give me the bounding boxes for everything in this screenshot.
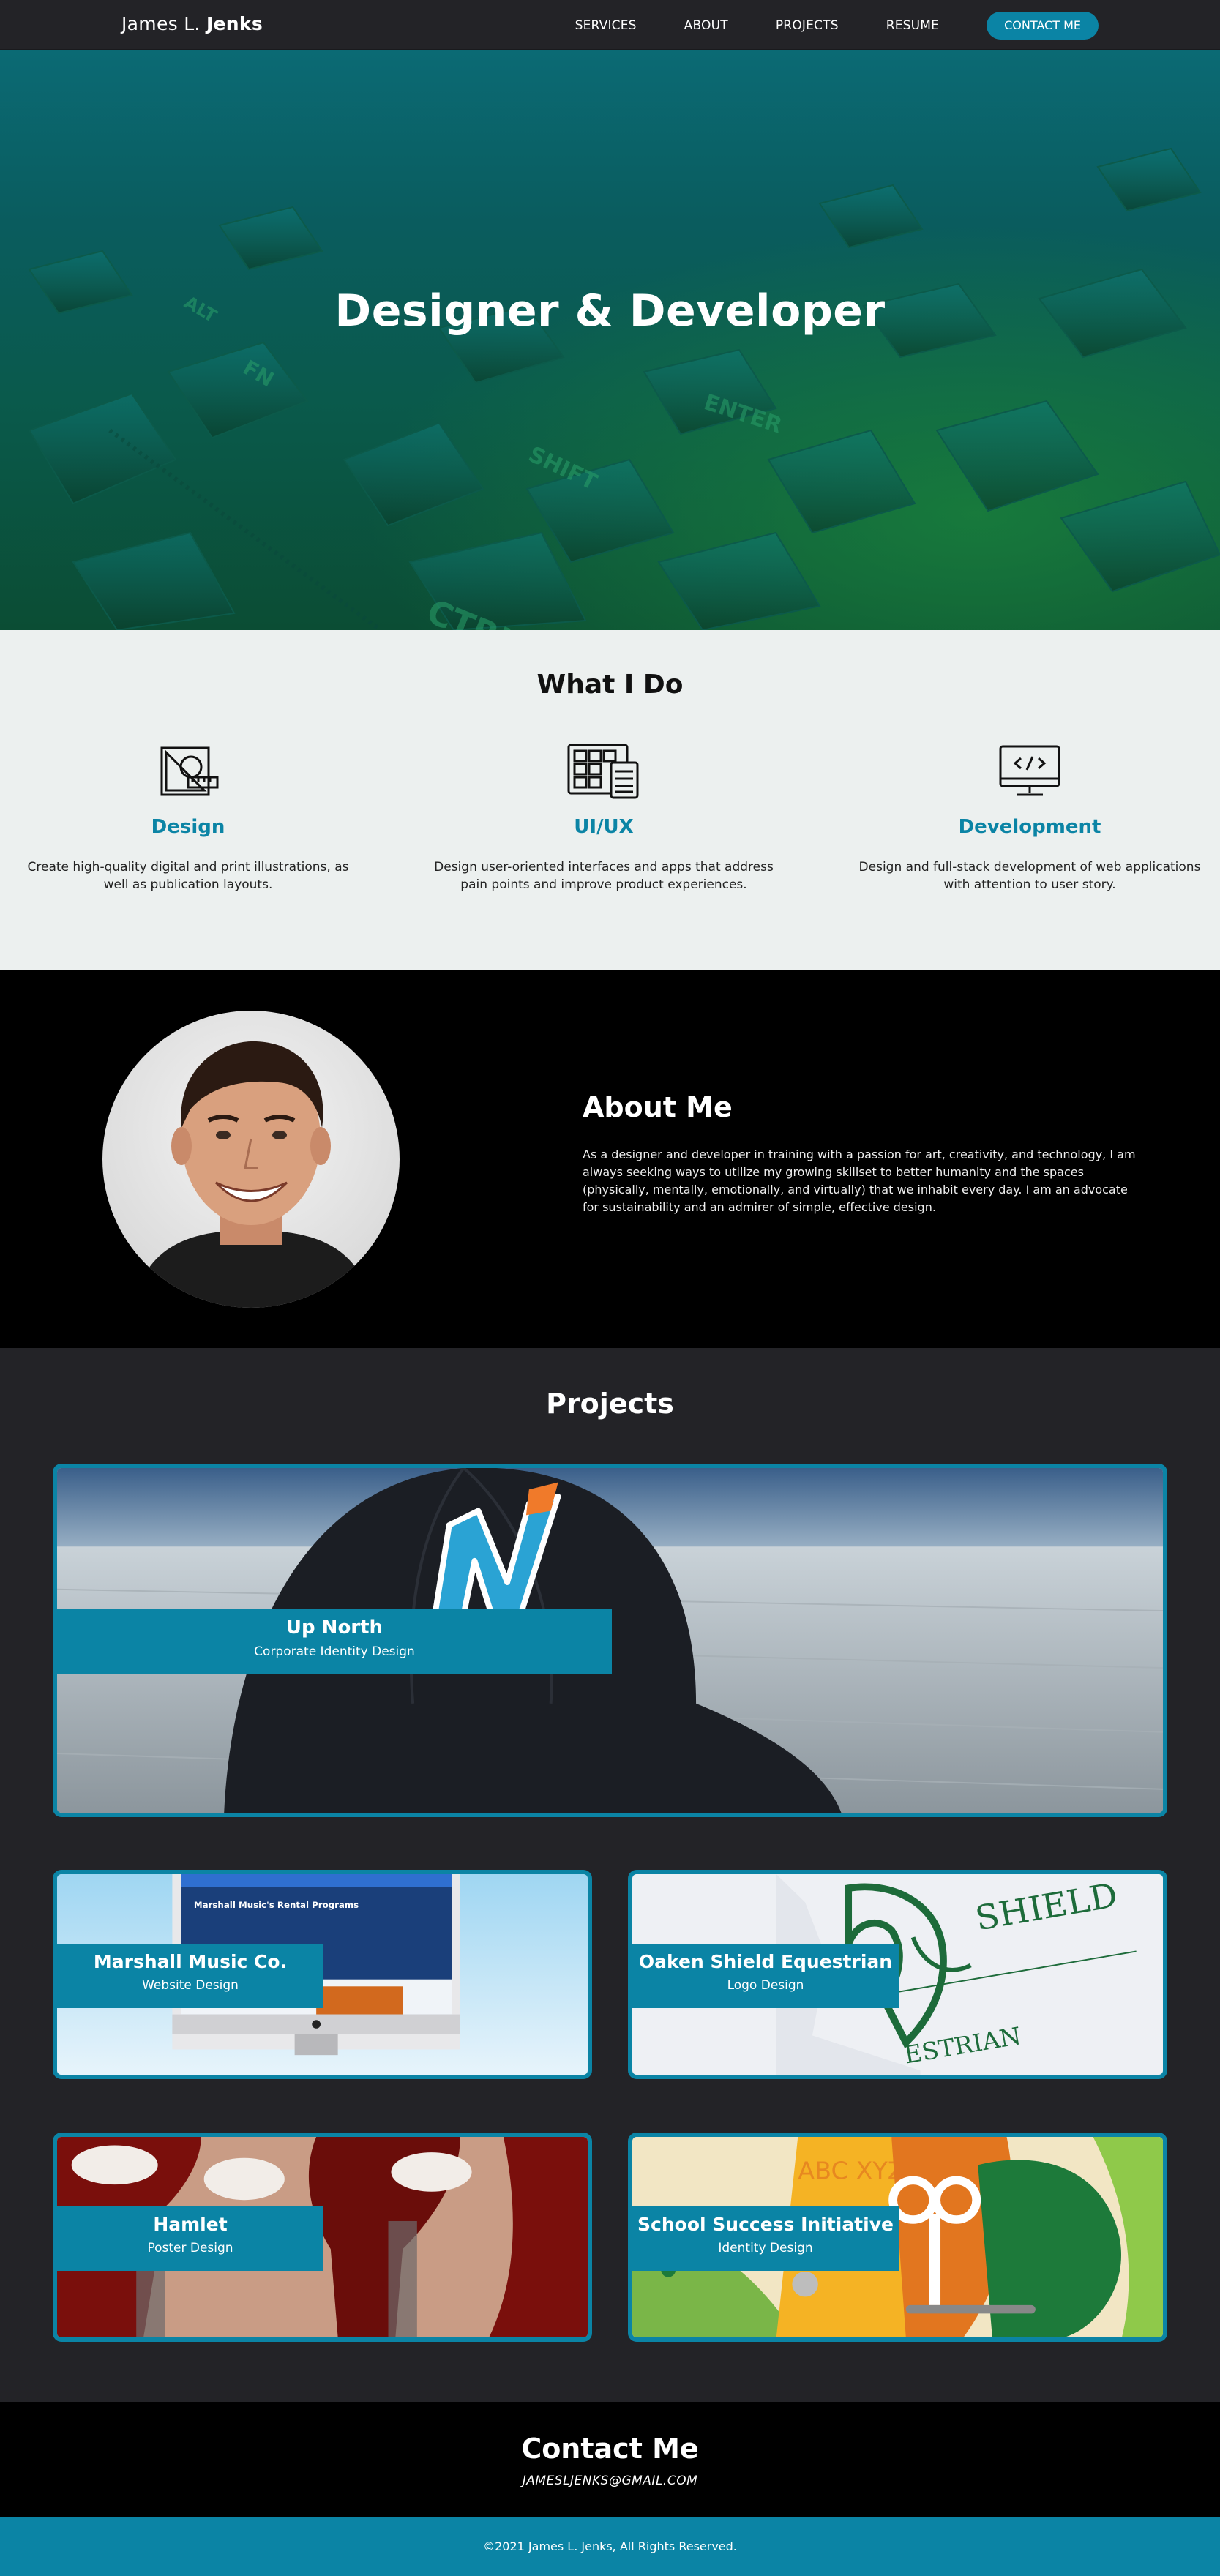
about-text: As a designer and developer in training …: [583, 1147, 1136, 1214]
project-title: Marshall Music Co.: [93, 1951, 288, 1972]
marshall-music-label: Marshall Music Co. Website Design: [57, 1944, 323, 2008]
brand-logo[interactable]: James L. Jenks: [121, 13, 263, 34]
school-success-label: School Success Initiative Identity Desig…: [632, 2206, 899, 2271]
hero-banner: ENTER SHIFT CTRL FN ALT Designer & Devel…: [0, 50, 1220, 630]
project-subtitle: Website Design: [142, 1978, 239, 1993]
design-tools-icon: [16, 740, 360, 803]
footer-copyright: ©2021 James L. Jenks, All Rights Reserve…: [483, 2539, 737, 2553]
project-title: School Success Initiative: [637, 2214, 894, 2235]
project-card-up-north[interactable]: Up North Corporate Identity Design: [53, 1464, 1167, 1817]
service-design: Design Create high-quality digital and p…: [16, 740, 360, 894]
service-design-text: Create high-quality digital and print il…: [27, 860, 349, 892]
project-card-oaken-shield[interactable]: SHIELD ESTRIAN Oaken Shield Equestrian L…: [628, 1870, 1167, 2079]
nav-link-about[interactable]: ABOUT: [684, 18, 728, 33]
nav-links: SERVICES ABOUT PROJECTS RESUME CONTACT M…: [575, 12, 1099, 40]
project-card-school-success[interactable]: ABC XYZ School Success Initiative Identi…: [628, 2133, 1167, 2342]
layout-grid-icon: [432, 740, 776, 803]
nav-link-resume[interactable]: RESUME: [886, 18, 939, 33]
service-uiux: UI/UX Design user-oriented interfaces an…: [432, 740, 776, 894]
code-monitor-icon: [858, 740, 1202, 803]
project-subtitle: Corporate Identity Design: [254, 1644, 415, 1659]
projects-title: Projects: [546, 1388, 674, 1420]
nav-link-services[interactable]: SERVICES: [575, 18, 637, 33]
about-me-section: About Me As a designer and developer in …: [0, 970, 1220, 1348]
website-screen-heading: Marshall Music's Rental Programs: [194, 1900, 359, 1910]
up-north-label: Up North Corporate Identity Design: [57, 1609, 612, 1674]
poster-letters: ABC XYZ: [798, 2157, 904, 2184]
project-subtitle: Identity Design: [718, 2241, 813, 2255]
project-title: Hamlet: [153, 2214, 228, 2235]
project-card-marshall-music[interactable]: Marshall Music's Rental Programs Marshal…: [53, 1870, 592, 2079]
profile-photo: [102, 1011, 400, 1308]
footer: ©2021 James L. Jenks, All Rights Reserve…: [0, 2517, 1220, 2576]
project-title: Up North: [285, 1617, 383, 1639]
contact-section: Contact Me JAMESLJENKS@GMAIL.COM: [0, 2402, 1220, 2517]
brand-first-name: James L.: [121, 13, 201, 34]
service-development-text: Design and full-stack development of web…: [858, 860, 1201, 892]
hero-title: Designer & Developer: [334, 285, 886, 337]
about-title: About Me: [583, 1091, 733, 1123]
projects-section: Projects Up North Corporate Identity Des…: [0, 1348, 1220, 2402]
service-uiux-title: UI/UX: [574, 816, 634, 838]
keyboard-background-image: ENTER SHIFT CTRL FN ALT: [0, 50, 1220, 630]
nav-link-projects[interactable]: PROJECTS: [776, 18, 839, 33]
brand-last-name: Jenks: [206, 13, 263, 34]
project-card-hamlet[interactable]: Hamlet Poster Design: [53, 2133, 592, 2342]
service-development-title: Development: [958, 816, 1101, 838]
project-subtitle: Poster Design: [147, 2241, 233, 2255]
what-i-do-section: What I Do Design Create high-quality dig…: [0, 630, 1220, 970]
hamlet-label: Hamlet Poster Design: [57, 2206, 323, 2271]
top-navbar: James L. Jenks SERVICES ABOUT PROJECTS R…: [0, 0, 1220, 50]
contact-email-link[interactable]: JAMESLJENKS@GMAIL.COM: [0, 2474, 1220, 2488]
service-development: Development Design and full-stack develo…: [858, 740, 1202, 894]
service-uiux-text: Design user-oriented interfaces and apps…: [434, 860, 774, 892]
services-title: What I Do: [536, 670, 684, 700]
contact-title: Contact Me: [521, 2433, 699, 2465]
project-subtitle: Logo Design: [727, 1978, 804, 1993]
project-title: Oaken Shield Equestrian: [638, 1951, 893, 1972]
service-design-title: Design: [151, 816, 225, 838]
contact-me-button[interactable]: CONTACT ME: [987, 12, 1099, 40]
oaken-shield-label: Oaken Shield Equestrian Logo Design: [632, 1944, 899, 2008]
